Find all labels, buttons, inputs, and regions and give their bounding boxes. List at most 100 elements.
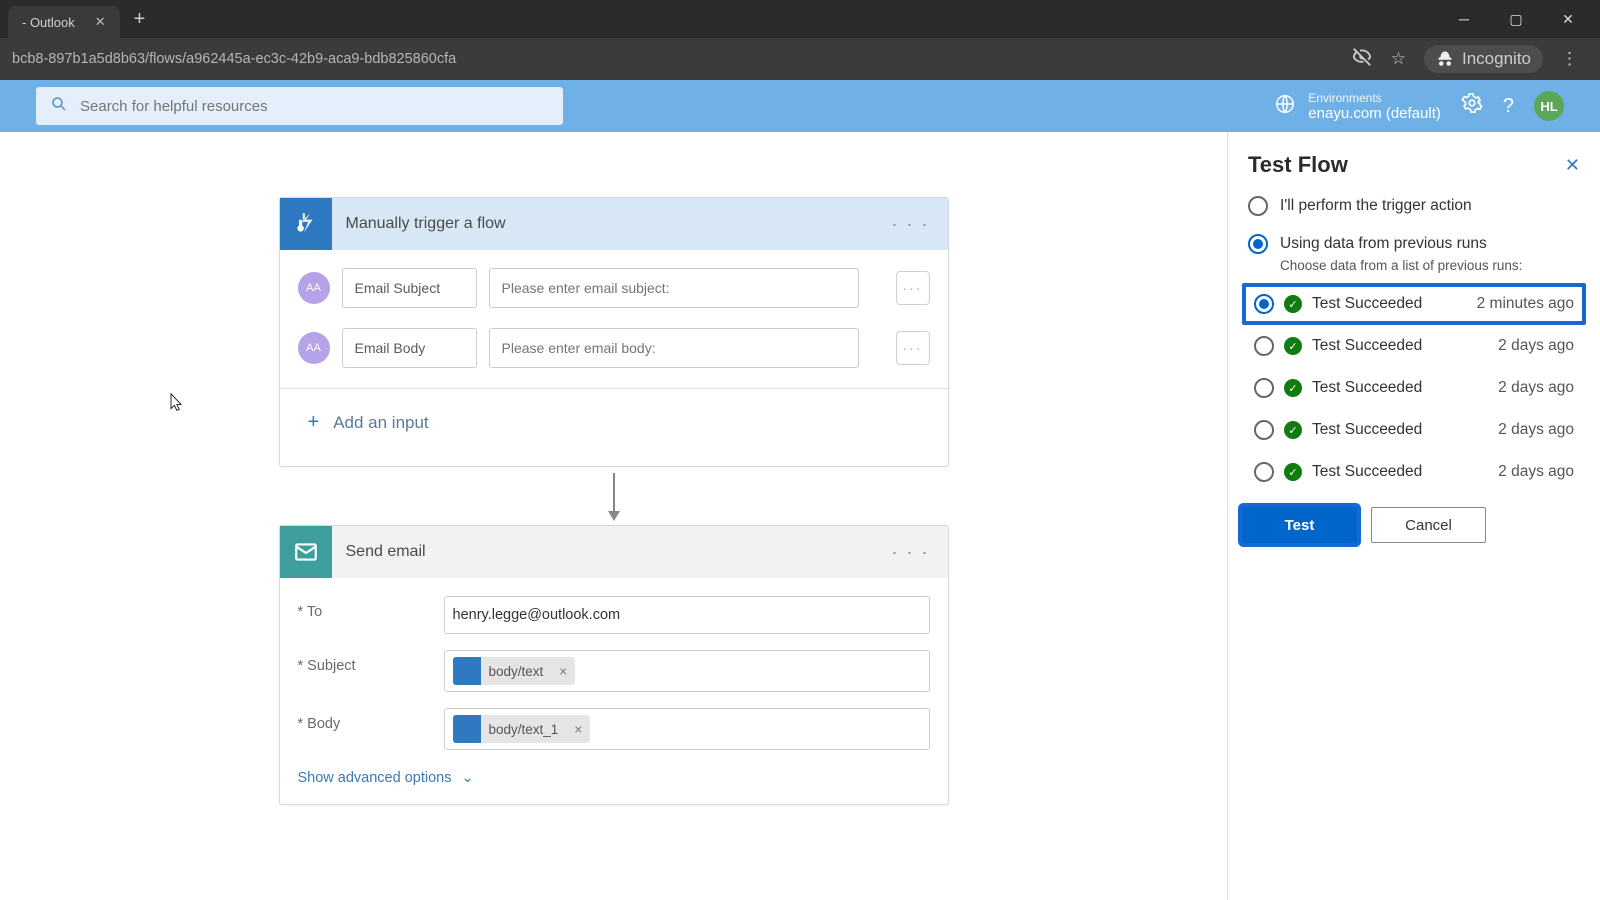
- connector-arrow: [613, 473, 615, 519]
- avatar[interactable]: HL: [1534, 91, 1564, 121]
- radio-icon: [1254, 378, 1274, 398]
- radio-icon: [1254, 420, 1274, 440]
- to-input[interactable]: [453, 607, 921, 623]
- run-time: 2 days ago: [1498, 421, 1574, 439]
- run-status: Test Succeeded: [1312, 421, 1422, 439]
- test-button[interactable]: Test: [1242, 507, 1357, 543]
- previous-run-item[interactable]: ✓Test Succeeded2 days ago: [1242, 451, 1586, 493]
- success-icon: ✓: [1284, 337, 1302, 355]
- chevron-down-icon: ⌄: [461, 770, 473, 786]
- maximize-button[interactable]: ▢: [1502, 11, 1530, 28]
- app-header: Environments enayu.com (default) ? HL: [0, 80, 1600, 132]
- browser-url-bar: bcb8-897b1a5d8b63/flows/a962445a-ec3c-42…: [0, 38, 1600, 80]
- token-text: body/text_1: [481, 722, 567, 737]
- previous-runs-list: ✓Test Succeeded2 minutes ago✓Test Succee…: [1242, 283, 1586, 493]
- input-name-field[interactable]: Email Body: [342, 328, 477, 368]
- token-text: body/text: [481, 664, 552, 679]
- environment-icon: [1274, 93, 1296, 120]
- option-previous-runs[interactable]: Using data from previous runs: [1248, 234, 1580, 254]
- advanced-label: Show advanced options: [298, 770, 452, 786]
- add-input-button[interactable]: + Add an input: [298, 389, 930, 456]
- close-tab-icon[interactable]: ✕: [95, 14, 106, 30]
- body-label: * Body: [298, 708, 444, 732]
- star-icon[interactable]: ☆: [1391, 49, 1406, 69]
- close-window-button[interactable]: ✕: [1554, 11, 1582, 28]
- browser-tab[interactable]: - Outlook ✕: [8, 6, 120, 38]
- run-status: Test Succeeded: [1312, 463, 1422, 481]
- trigger-input-row: AA Email Body ···: [298, 328, 930, 368]
- search-box[interactable]: [36, 87, 563, 125]
- input-prompt-field[interactable]: [489, 268, 859, 308]
- flow-canvas: Manually trigger a flow · · · AA Email S…: [0, 132, 1227, 900]
- token-icon: [453, 715, 481, 743]
- previous-run-item[interactable]: ✓ Test Succeeded 2 days ago: [1242, 325, 1586, 367]
- settings-icon[interactable]: [1461, 92, 1483, 120]
- browser-menu-icon[interactable]: ⋮: [1561, 49, 1578, 69]
- plus-icon: +: [308, 411, 320, 434]
- card-menu-icon[interactable]: · · ·: [892, 542, 948, 563]
- trigger-card: Manually trigger a flow · · · AA Email S…: [279, 197, 949, 467]
- radio-icon: [1254, 294, 1274, 314]
- tab-title: - Outlook: [22, 15, 75, 30]
- search-input[interactable]: [80, 98, 549, 115]
- dynamic-token[interactable]: body/text ×: [453, 657, 576, 685]
- radio-icon: [1254, 462, 1274, 482]
- trigger-icon: [280, 198, 332, 250]
- incognito-label: Incognito: [1462, 49, 1531, 69]
- search-icon: [50, 95, 68, 118]
- environment-picker[interactable]: Environments enayu.com (default): [1274, 91, 1441, 122]
- success-icon: ✓: [1284, 421, 1302, 439]
- body-field[interactable]: body/text_1 ×: [444, 708, 930, 750]
- previous-run-item[interactable]: ✓Test Succeeded2 minutes ago: [1242, 283, 1586, 325]
- token-remove-icon[interactable]: ×: [566, 722, 590, 737]
- browser-tab-strip: - Outlook ✕ + ─ ▢ ✕: [0, 0, 1600, 38]
- card-menu-icon[interactable]: · · ·: [892, 214, 948, 235]
- text-parameter-icon: AA: [298, 272, 330, 304]
- minimize-button[interactable]: ─: [1450, 11, 1478, 28]
- text-parameter-icon: AA: [298, 332, 330, 364]
- mouse-cursor: [166, 390, 186, 414]
- mail-icon: [280, 526, 332, 578]
- environment-value: enayu.com (default): [1308, 105, 1441, 122]
- panel-title: Test Flow: [1248, 152, 1348, 178]
- previous-run-item[interactable]: ✓Test Succeeded2 days ago: [1242, 367, 1586, 409]
- radio-icon: [1248, 196, 1268, 216]
- option-label: Using data from previous runs: [1280, 235, 1487, 253]
- success-icon: ✓: [1284, 295, 1302, 313]
- to-label: * To: [298, 596, 444, 620]
- run-status: Test Succeeded: [1312, 295, 1422, 313]
- window-controls: ─ ▢ ✕: [1450, 11, 1592, 28]
- option-manual-trigger[interactable]: I'll perform the trigger action: [1248, 196, 1580, 216]
- token-remove-icon[interactable]: ×: [551, 664, 575, 679]
- cancel-button[interactable]: Cancel: [1371, 507, 1486, 543]
- help-icon[interactable]: ?: [1503, 95, 1514, 118]
- success-icon: ✓: [1284, 463, 1302, 481]
- input-name-field[interactable]: Email Subject: [342, 268, 477, 308]
- subject-label: * Subject: [298, 650, 444, 674]
- run-status: Test Succeeded: [1312, 337, 1422, 355]
- eye-off-icon[interactable]: [1351, 46, 1373, 73]
- input-prompt-field[interactable]: [489, 328, 859, 368]
- option-subnote: Choose data from a list of previous runs…: [1280, 258, 1580, 273]
- send-email-card: Send email · · · * To * Subject body/tex…: [279, 525, 949, 805]
- run-status: Test Succeeded: [1312, 379, 1422, 397]
- to-field[interactable]: [444, 596, 930, 634]
- add-input-label: Add an input: [333, 413, 428, 433]
- row-menu-icon[interactable]: ···: [896, 271, 930, 305]
- previous-run-item[interactable]: ✓ Test Succeeded 2 days ago: [1242, 409, 1586, 451]
- dynamic-token[interactable]: body/text_1 ×: [453, 715, 591, 743]
- show-advanced-options[interactable]: Show advanced options ⌄: [298, 766, 930, 786]
- row-menu-icon[interactable]: ···: [896, 331, 930, 365]
- email-card-header[interactable]: Send email · · ·: [280, 526, 948, 578]
- incognito-badge[interactable]: Incognito: [1424, 45, 1543, 73]
- environment-label: Environments: [1308, 91, 1441, 105]
- subject-field[interactable]: body/text ×: [444, 650, 930, 692]
- close-panel-icon[interactable]: ✕: [1565, 155, 1580, 176]
- new-tab-button[interactable]: +: [134, 8, 146, 31]
- email-title: Send email: [332, 543, 892, 561]
- trigger-card-header[interactable]: Manually trigger a flow · · ·: [280, 198, 948, 250]
- run-time: 2 days ago: [1498, 379, 1574, 397]
- trigger-input-row: AA Email Subject ···: [298, 268, 930, 308]
- run-time: 2 days ago: [1498, 337, 1574, 355]
- url-text[interactable]: bcb8-897b1a5d8b63/flows/a962445a-ec3c-42…: [12, 51, 456, 67]
